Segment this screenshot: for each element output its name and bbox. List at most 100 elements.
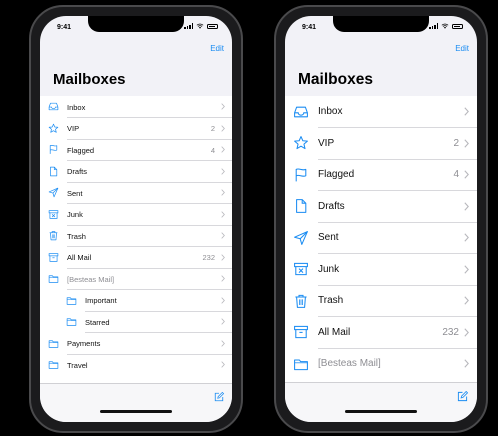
- bottom-toolbar: [285, 382, 477, 422]
- page-title: Mailboxes: [298, 71, 373, 88]
- mailbox-count: 4: [210, 145, 215, 155]
- flag-icon: [48, 144, 59, 155]
- folder-icon: [66, 295, 77, 306]
- signal-icon: [184, 23, 193, 29]
- wifi-icon: [441, 23, 449, 29]
- chevron-right-icon: [221, 361, 225, 368]
- edit-button[interactable]: Edit: [210, 44, 224, 53]
- mailbox-label: Travel: [67, 360, 88, 370]
- mailbox-label: VIP: [318, 137, 335, 149]
- chevron-right-icon: [221, 253, 225, 261]
- mailbox-row[interactable]: Junk: [285, 254, 477, 285]
- screen: 9:41 Edit Mailboxes Inbox VIP 2 Flagged 4 Dra…: [40, 16, 232, 422]
- doc-icon: [293, 198, 309, 214]
- home-indicator[interactable]: [100, 410, 172, 413]
- signal-icon: [429, 23, 438, 29]
- chevron-right-icon: [221, 167, 225, 175]
- mailbox-row[interactable]: Payments: [40, 333, 232, 354]
- battery-icon: [452, 23, 463, 29]
- junk-icon: [48, 209, 59, 220]
- chevron-right-icon: [221, 275, 225, 282]
- mailbox-row[interactable]: Travel: [40, 354, 232, 376]
- mailbox-row[interactable]: All Mail 232: [40, 247, 232, 268]
- archive-icon: [293, 324, 309, 340]
- mailbox-row[interactable]: Drafts: [285, 191, 477, 222]
- home-indicator[interactable]: [345, 410, 417, 413]
- mailbox-row[interactable]: VIP 2: [40, 118, 232, 139]
- compose-icon[interactable]: [214, 392, 224, 402]
- junk-icon: [293, 261, 309, 277]
- mailbox-label: Inbox: [67, 102, 86, 112]
- mailbox-count: 2: [210, 124, 215, 133]
- mailbox-label: Flagged: [318, 169, 355, 180]
- mailbox-label: Drafts: [318, 200, 345, 212]
- mailbox-count: 2: [453, 137, 459, 149]
- mailbox-row[interactable]: Inbox: [285, 96, 477, 128]
- phone-right: 9:41 Edit Mailboxes Inbox VIP 2 Flagged 4 Dra…: [274, 5, 488, 433]
- mailbox-row[interactable]: Drafts: [40, 161, 232, 182]
- folder-icon: [66, 316, 77, 327]
- page-title: Mailboxes: [53, 71, 126, 88]
- archive-icon: [48, 252, 59, 263]
- mailbox-list: Inbox VIP 2 Flagged 4 Drafts Sent Junk Trash All …: [40, 96, 232, 383]
- mailbox-label: Flagged: [67, 145, 95, 155]
- mailbox-row[interactable]: Important: [40, 290, 232, 311]
- folder-icon: [48, 359, 59, 370]
- folder-icon: [293, 356, 309, 372]
- mailbox-row[interactable]: Junk: [40, 204, 232, 225]
- chevron-right-icon: [464, 233, 469, 242]
- paperplane-icon: [48, 187, 59, 198]
- tray-icon: [293, 104, 309, 120]
- mailbox-list: Inbox VIP 2 Flagged 4 Drafts Sent Junk Trash All …: [285, 96, 477, 382]
- edit-button[interactable]: Edit: [455, 44, 469, 53]
- chevron-right-icon: [221, 189, 225, 196]
- chevron-right-icon: [464, 170, 469, 179]
- mailbox-label: All Mail: [318, 326, 351, 338]
- mailbox-label: Junk: [318, 263, 340, 275]
- chevron-right-icon: [221, 210, 225, 218]
- mailbox-row[interactable]: Sent: [285, 222, 477, 254]
- chevron-right-icon: [221, 146, 225, 153]
- status-icons: [429, 23, 463, 29]
- mailbox-row[interactable]: Sent: [40, 182, 232, 204]
- mailbox-label: Inbox: [318, 106, 343, 117]
- trash-icon: [293, 293, 309, 309]
- trash-icon: [48, 230, 59, 241]
- folder-icon: [48, 338, 59, 349]
- mailbox-row[interactable]: Flagged 4: [285, 159, 477, 191]
- mailbox-row[interactable]: VIP 2: [285, 128, 477, 159]
- chevron-right-icon: [221, 103, 225, 110]
- chevron-right-icon: [464, 327, 469, 337]
- mailbox-row[interactable]: Flagged 4: [40, 139, 232, 161]
- notch: [333, 16, 429, 32]
- status-icons: [184, 23, 218, 29]
- mailbox-row[interactable]: Inbox: [40, 96, 232, 118]
- mailbox-row[interactable]: Starred: [40, 311, 232, 333]
- mailbox-label: Important: [85, 296, 117, 305]
- compose-icon[interactable]: [457, 391, 468, 402]
- bottom-toolbar: [40, 383, 232, 422]
- screen: 9:41 Edit Mailboxes Inbox VIP 2 Flagged 4 Dra…: [285, 16, 477, 422]
- chevron-right-icon: [464, 107, 469, 116]
- status-time: 9:41: [57, 24, 72, 31]
- chevron-right-icon: [464, 201, 469, 211]
- mailbox-label: Sent: [318, 232, 339, 243]
- mailbox-row[interactable]: Trash: [285, 285, 477, 317]
- mailbox-row[interactable]: Trash: [40, 225, 232, 247]
- mailbox-row[interactable]: All Mail 232: [285, 317, 477, 348]
- mailbox-label: Payments: [67, 339, 101, 348]
- paperplane-icon: [293, 230, 309, 246]
- status-time: 9:41: [302, 24, 317, 31]
- chevron-right-icon: [464, 264, 469, 274]
- phone-left: 9:41 Edit Mailboxes Inbox VIP 2 Flagged 4 Dra…: [29, 5, 243, 433]
- folder-icon: [48, 273, 59, 284]
- star-icon: [293, 135, 309, 151]
- mailbox-row[interactable]: [Besteas Mail]: [40, 268, 232, 290]
- mailbox-row[interactable]: [Besteas Mail]: [285, 348, 477, 380]
- flag-icon: [293, 167, 309, 183]
- doc-icon: [48, 166, 59, 177]
- star-icon: [48, 123, 59, 134]
- mailbox-count: 232: [202, 253, 215, 262]
- notch: [88, 16, 184, 32]
- chevron-right-icon: [221, 318, 225, 325]
